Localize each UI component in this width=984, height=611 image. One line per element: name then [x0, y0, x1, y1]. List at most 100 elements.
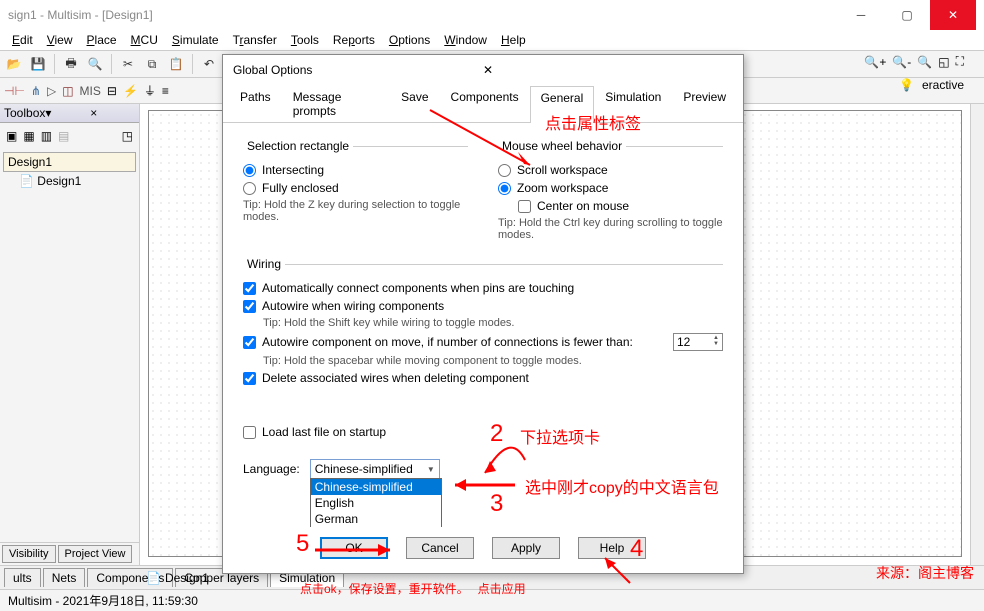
menu-bar: Edit View Place MCU Simulate Transfer To… — [0, 30, 984, 50]
toolbox-close-icon[interactable]: × — [86, 106, 135, 120]
tab-message-prompts[interactable]: Message prompts — [282, 85, 390, 122]
tbx-btn-2[interactable]: ▦ — [23, 129, 34, 143]
wiring-group: Wiring Automatically connect components … — [243, 257, 723, 393]
menu-edit[interactable]: Edit — [6, 31, 39, 49]
menu-help[interactable]: Help — [495, 31, 532, 49]
preview-icon[interactable]: 🔍 — [85, 54, 105, 74]
mouse-wheel-group: Mouse wheel behavior Scroll workspace Zo… — [498, 139, 723, 249]
tbx-btn-4[interactable]: ▤ — [58, 129, 69, 143]
menu-simulate[interactable]: Simulate — [166, 31, 225, 49]
lang-opt-english[interactable]: English — [311, 495, 441, 511]
design-root[interactable]: Design1 — [3, 152, 136, 172]
check-center-on-mouse[interactable]: Center on mouse — [498, 197, 723, 215]
menu-reports[interactable]: Reports — [327, 31, 381, 49]
help-button[interactable]: Help — [578, 537, 646, 559]
cancel-button[interactable]: Cancel — [406, 537, 474, 559]
check-load-last-file[interactable]: Load last file on startup — [243, 423, 723, 441]
ok-button[interactable]: OK — [320, 537, 388, 559]
wiring-tip1: Tip: Hold the Shift key while wiring to … — [243, 315, 723, 331]
menu-mcu[interactable]: MCU — [125, 31, 164, 49]
misc-icon[interactable]: MIS — [80, 84, 101, 98]
close-button[interactable]: ✕ — [930, 0, 976, 30]
btab-results[interactable]: ults — [4, 568, 41, 587]
tab-components[interactable]: Components — [440, 85, 530, 122]
canvas-tab[interactable]: Design1 — [165, 571, 209, 585]
cut-icon[interactable]: ✂ — [118, 54, 138, 74]
radio-zoom-workspace[interactable]: Zoom workspace — [498, 179, 723, 197]
tbx-btn-5[interactable]: ◳ — [122, 129, 133, 143]
canvas-tab-bar: 📄 Design1 — [146, 571, 209, 585]
selection-legend: Selection rectangle — [243, 139, 353, 153]
chevron-down-icon: ▼ — [427, 465, 435, 474]
print-icon[interactable]: 🖶 — [61, 54, 81, 74]
language-combobox[interactable]: Chinese-simplified ▼ Chinese-simplified … — [310, 459, 440, 479]
tab-visibility[interactable]: Visibility — [2, 545, 56, 563]
tab-simulation[interactable]: Simulation — [594, 85, 672, 122]
status-text: Multisim - 2021年9月18日, 11:59:30 — [8, 592, 198, 609]
copy-icon[interactable]: ⧉ — [142, 54, 162, 74]
power-icon[interactable]: ⚡ — [123, 84, 138, 98]
opamp-icon[interactable]: ▷ — [47, 84, 56, 98]
zoom-toolbar: 🔍+ 🔍- 🔍 ◱ ⛶ — [864, 54, 964, 69]
lang-opt-german[interactable]: German — [311, 511, 441, 527]
design-item[interactable]: 📄 Design1 — [3, 172, 136, 190]
radio-scroll-workspace[interactable]: Scroll workspace — [498, 161, 723, 179]
apply-button[interactable]: Apply — [492, 537, 560, 559]
open-icon[interactable]: 📂 — [4, 54, 24, 74]
tbx-btn-3[interactable]: ▥ — [41, 129, 52, 143]
tbx-btn-1[interactable]: ▣ — [6, 129, 17, 143]
menu-window[interactable]: Window — [438, 31, 493, 49]
diode-icon[interactable]: ⊣⊢ — [4, 84, 25, 98]
menu-view[interactable]: View — [41, 31, 79, 49]
zoom-in-icon[interactable]: 🔍+ — [864, 55, 886, 69]
btab-nets[interactable]: Nets — [43, 568, 86, 587]
tab-project-view[interactable]: Project View — [58, 545, 133, 563]
window-titlebar: sign1 - Multisim - [Design1] ─ ▢ ✕ — [0, 0, 984, 30]
connections-number-input[interactable]: 12▲▼ — [673, 333, 723, 351]
undo-icon[interactable]: ↶ — [199, 54, 219, 74]
dialog-close-icon[interactable]: ✕ — [483, 63, 733, 77]
global-options-dialog: Global Options ✕ Paths Message prompts S… — [222, 54, 744, 574]
check-auto-connect[interactable]: Automatically connect components when pi… — [243, 279, 723, 297]
dialog-tabs: Paths Message prompts Save Components Ge… — [223, 85, 743, 123]
ground-icon[interactable]: ⏚ — [144, 82, 156, 99]
tab-save[interactable]: Save — [390, 85, 439, 122]
minimize-button[interactable]: ─ — [838, 0, 884, 30]
radio-intersecting[interactable]: Intersecting — [243, 161, 468, 179]
paste-icon[interactable]: 📋 — [166, 54, 186, 74]
tab-preview[interactable]: Preview — [672, 85, 737, 122]
wiring-tip2: Tip: Hold the spacebar while moving comp… — [243, 353, 723, 369]
toolbox-header: Toolbox ▾ × — [0, 104, 139, 123]
right-toolbar: 💡 eractive — [899, 78, 964, 92]
maximize-button[interactable]: ▢ — [884, 0, 930, 30]
zoom-fit-icon[interactable]: 🔍 — [917, 55, 932, 69]
bus-icon[interactable]: ≡ — [162, 84, 169, 98]
menu-place[interactable]: Place — [81, 31, 123, 49]
ic-icon[interactable]: ◫ — [62, 84, 73, 98]
selection-tip: Tip: Hold the Z key during selection to … — [243, 197, 468, 225]
save-icon[interactable]: 💾 — [28, 54, 48, 74]
connector-icon[interactable]: ⊟ — [107, 84, 117, 98]
language-label: Language: — [243, 462, 300, 476]
zoom-out-icon[interactable]: 🔍- — [892, 55, 911, 69]
menu-options[interactable]: Options — [383, 31, 436, 49]
tab-general[interactable]: General — [530, 86, 595, 123]
menu-tools[interactable]: Tools — [285, 31, 325, 49]
lang-opt-chinese[interactable]: Chinese-simplified — [311, 479, 441, 495]
design-tree: Design1 📄 Design1 — [0, 149, 139, 193]
toolbox-pin-icon[interactable]: ▾ — [45, 106, 86, 120]
bulb-icon[interactable]: 💡 — [899, 78, 914, 92]
toolbox-tabs: Visibility Project View — [0, 542, 140, 565]
menu-transfer[interactable]: Transfer — [227, 31, 283, 49]
check-delete-wires[interactable]: Delete associated wires when deleting co… — [243, 369, 723, 387]
radio-fully-enclosed[interactable]: Fully enclosed — [243, 179, 468, 197]
check-autowire[interactable]: Autowire when wiring components — [243, 297, 723, 315]
fullscreen-icon[interactable]: ⛶ — [956, 54, 964, 69]
right-gutter — [970, 104, 984, 565]
transistor-icon[interactable]: ⋔ — [31, 84, 41, 98]
status-bar: Multisim - 2021年9月18日, 11:59:30 — [0, 589, 984, 611]
zoom-area-icon[interactable]: ◱ — [938, 55, 949, 69]
check-autowire-on-move[interactable]: Autowire component on move, if number of… — [243, 333, 665, 351]
spinner-icon[interactable]: ▲▼ — [713, 335, 719, 349]
tab-paths[interactable]: Paths — [229, 85, 282, 122]
